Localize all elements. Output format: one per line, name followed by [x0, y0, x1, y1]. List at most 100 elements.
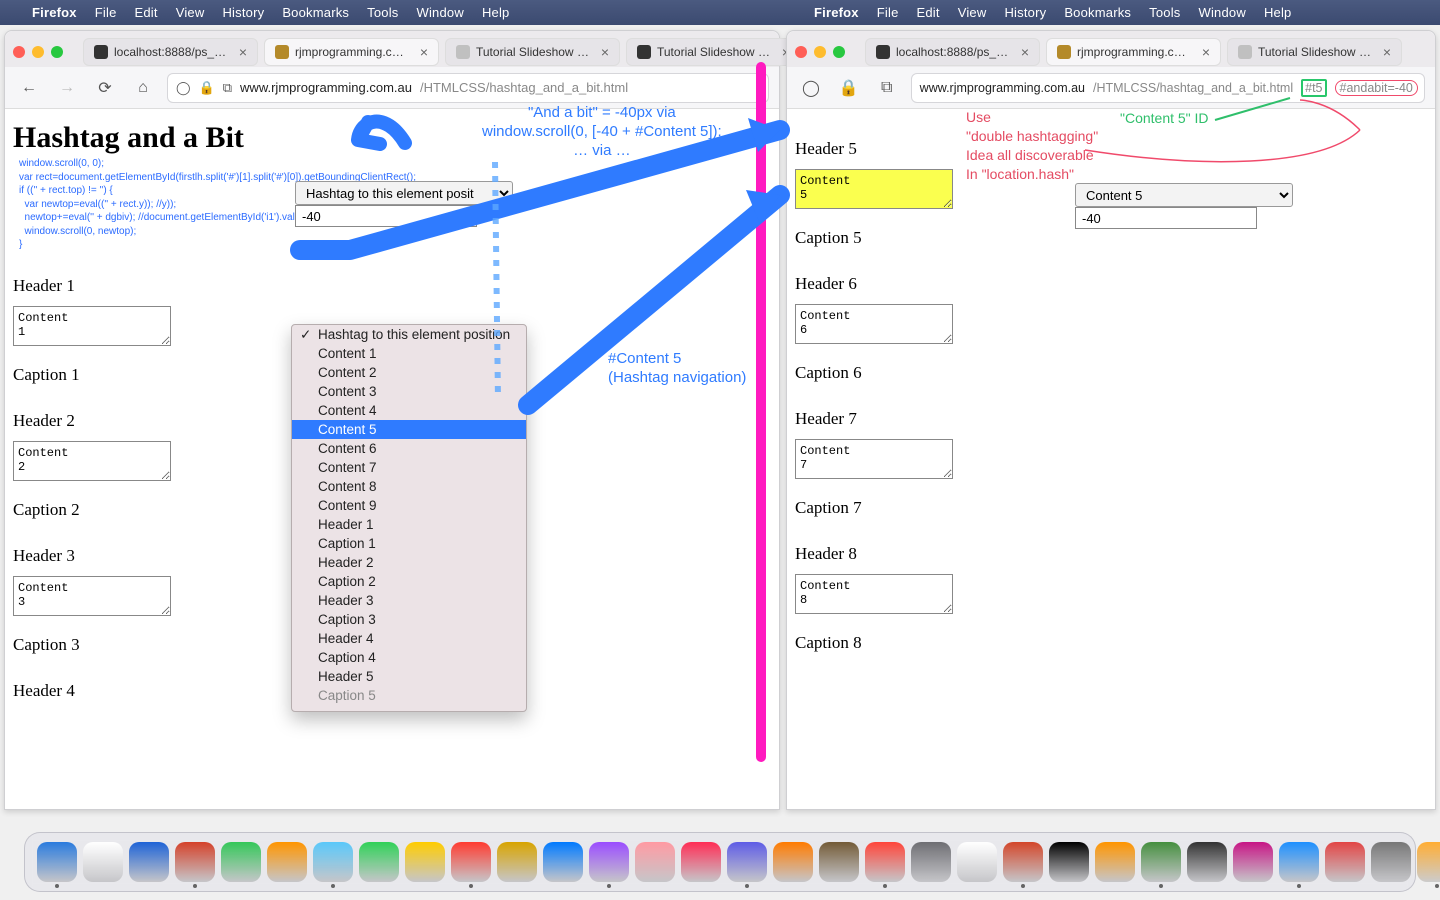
dropdown-option[interactable]: Header 2	[292, 553, 526, 572]
menubar-item[interactable]: History	[1004, 5, 1046, 20]
browser-tab[interactable]: rjmprogramming.com.a×	[264, 38, 439, 66]
dock-app-icon[interactable]	[1095, 842, 1135, 882]
browser-tab[interactable]: localhost:8888/ps_ef.p×	[865, 38, 1040, 66]
menubar-item[interactable]: Tools	[367, 5, 398, 20]
menubar-item[interactable]: View	[958, 5, 987, 20]
dock-app-icon[interactable]	[1141, 842, 1181, 882]
dropdown-option[interactable]: Content 3	[292, 382, 526, 401]
browser-tab[interactable]: rjmprogramming.com.a×	[1046, 38, 1221, 66]
dropdown-option[interactable]: Caption 3	[292, 610, 526, 629]
dock-app-icon[interactable]	[313, 842, 353, 882]
dock-app-icon[interactable]	[129, 842, 169, 882]
dropdown-option[interactable]: Content 4	[292, 401, 526, 420]
dropdown-option[interactable]: Content 9	[292, 496, 526, 515]
dropdown-option[interactable]: Content 5	[292, 420, 526, 439]
content-textarea[interactable]	[13, 576, 171, 616]
menubar-item[interactable]: Edit	[135, 5, 158, 20]
macos-dock[interactable]	[24, 832, 1416, 892]
hashtag-select[interactable]: Content 5	[1075, 183, 1293, 207]
offset-input[interactable]	[1075, 207, 1257, 229]
menubar-item[interactable]: Edit	[917, 5, 940, 20]
dropdown-option[interactable]: Header 5	[292, 667, 526, 686]
dropdown-option[interactable]: Content 8	[292, 477, 526, 496]
zoom-window-button[interactable]	[51, 46, 63, 58]
address-bar[interactable]: www.rjmprogramming.com.au/HTMLCSS/hashta…	[911, 73, 1425, 103]
content-textarea[interactable]	[795, 304, 953, 344]
home-button[interactable]: ⌂	[129, 74, 157, 102]
dropdown-option[interactable]: Header 1	[292, 515, 526, 534]
dock-app-icon[interactable]	[267, 842, 307, 882]
select-dropdown-popup[interactable]: Hashtag to this element position Content…	[291, 324, 527, 712]
menubar-item[interactable]: Help	[1264, 5, 1292, 20]
menubar-item[interactable]: Bookmarks	[1064, 5, 1131, 20]
dropdown-option[interactable]: Content 6	[292, 439, 526, 458]
dock-app-icon[interactable]	[451, 842, 491, 882]
dock-app-icon[interactable]	[83, 842, 123, 882]
dock-app-icon[interactable]	[1187, 842, 1227, 882]
dock-app-icon[interactable]	[405, 842, 445, 882]
dock-app-icon[interactable]	[911, 842, 951, 882]
dock-app-icon[interactable]	[727, 842, 767, 882]
menubar-item[interactable]: Bookmarks	[282, 5, 349, 20]
dock-app-icon[interactable]	[773, 842, 813, 882]
dropdown-option[interactable]: Content 1	[292, 344, 526, 363]
dock-app-icon[interactable]	[221, 842, 261, 882]
close-tab-icon[interactable]: ×	[416, 44, 432, 60]
back-button[interactable]: ←	[15, 74, 43, 102]
offset-input[interactable]	[295, 205, 477, 227]
content-textarea[interactable]	[13, 306, 171, 346]
menubar-app-name[interactable]: Firefox	[814, 5, 859, 20]
dropdown-option[interactable]: Content 7	[292, 458, 526, 477]
menubar-item[interactable]: Window	[1199, 5, 1246, 20]
dropdown-option[interactable]: Header 4	[292, 629, 526, 648]
close-tab-icon[interactable]: ×	[597, 44, 613, 60]
menubar-item[interactable]: Tools	[1149, 5, 1180, 20]
dock-app-icon[interactable]	[175, 842, 215, 882]
dock-app-icon[interactable]	[37, 842, 77, 882]
dock-app-icon[interactable]	[1417, 842, 1440, 882]
dock-app-icon[interactable]	[589, 842, 629, 882]
browser-tab[interactable]: localhost:8888/ps_ef.p×	[83, 38, 258, 66]
dock-app-icon[interactable]	[819, 842, 859, 882]
dock-app-icon[interactable]	[1003, 842, 1043, 882]
menubar-item[interactable]: File	[95, 5, 117, 20]
dock-app-icon[interactable]	[681, 842, 721, 882]
menubar-item[interactable]: Window	[417, 5, 464, 20]
content-textarea[interactable]	[795, 439, 953, 479]
dropdown-option[interactable]: Content 2	[292, 363, 526, 382]
zoom-window-button[interactable]	[833, 46, 845, 58]
close-tab-icon[interactable]: ×	[1198, 44, 1214, 60]
menubar-item[interactable]: History	[222, 5, 264, 20]
content-textarea[interactable]	[13, 441, 171, 481]
content-textarea[interactable]	[795, 574, 953, 614]
browser-tab[interactable]: Tutorial Slideshow to A×	[626, 38, 801, 66]
dropdown-option[interactable]: Header 3	[292, 591, 526, 610]
dock-app-icon[interactable]	[865, 842, 905, 882]
dock-app-icon[interactable]	[1233, 842, 1273, 882]
dock-app-icon[interactable]	[497, 842, 537, 882]
dock-app-icon[interactable]	[543, 842, 583, 882]
close-window-button[interactable]	[13, 46, 25, 58]
dock-app-icon[interactable]	[1325, 842, 1365, 882]
browser-tab[interactable]: Tutorial Slideshow to A×	[1227, 38, 1402, 66]
minimize-window-button[interactable]	[814, 46, 826, 58]
address-bar[interactable]: ◯ 🔒 ⧉ www.rjmprogramming.com.au/HTMLCSS/…	[167, 73, 769, 103]
dock-app-icon[interactable]	[1279, 842, 1319, 882]
close-window-button[interactable]	[795, 46, 807, 58]
dropdown-option[interactable]: Caption 5	[292, 686, 526, 705]
close-tab-icon[interactable]: ×	[1017, 44, 1033, 60]
dock-app-icon[interactable]	[1371, 842, 1411, 882]
browser-tab[interactable]: Tutorial Slideshow to A×	[445, 38, 620, 66]
dropdown-option[interactable]: Hashtag to this element position	[292, 325, 526, 344]
dropdown-option[interactable]: Caption 1	[292, 534, 526, 553]
dropdown-option[interactable]: Caption 2	[292, 572, 526, 591]
menubar-app-name[interactable]: Firefox	[32, 5, 77, 20]
close-tab-icon[interactable]: ×	[235, 44, 251, 60]
menubar-item[interactable]: Help	[482, 5, 510, 20]
menubar-item[interactable]: View	[176, 5, 205, 20]
forward-button[interactable]: →	[53, 74, 81, 102]
reload-button[interactable]: ⟳	[91, 74, 119, 102]
dock-app-icon[interactable]	[359, 842, 399, 882]
dropdown-option[interactable]: Caption 4	[292, 648, 526, 667]
close-tab-icon[interactable]: ×	[1379, 44, 1395, 60]
